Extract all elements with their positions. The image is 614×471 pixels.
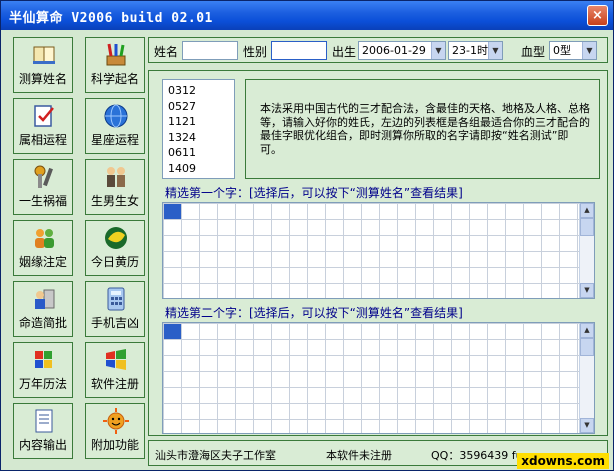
app-window: 半仙算命 V2006 build 02.01 × 测算姓名 科学起名 属相运程 … bbox=[0, 0, 614, 471]
button-label: 附加功能 bbox=[90, 438, 139, 452]
tools-icon bbox=[34, 165, 53, 188]
user-panel-icon bbox=[35, 289, 55, 309]
button-label: 星座运程 bbox=[90, 133, 139, 147]
blood-type-label: 血型 bbox=[521, 45, 546, 59]
button-label: 属相运程 bbox=[18, 133, 67, 147]
chevron-down-icon[interactable]: ▼ bbox=[488, 42, 502, 59]
baby-gender-button[interactable]: 生男生女 bbox=[85, 159, 145, 215]
constellation-fortune-button[interactable]: 星座运程 bbox=[85, 98, 145, 154]
extras-button[interactable]: 附加功能 bbox=[85, 403, 145, 459]
calculator-icon bbox=[107, 287, 125, 311]
globe-icon bbox=[104, 104, 128, 128]
client-area: 测算姓名 科学起名 属相运程 星座运程 一生祸福 生男生女 姻缘注定 今日黄历 … bbox=[4, 30, 610, 469]
notepad-check-icon bbox=[34, 105, 54, 127]
list-item[interactable]: 1121 bbox=[168, 114, 229, 130]
chevron-down-icon[interactable]: ▼ bbox=[431, 42, 445, 59]
pencils-icon bbox=[106, 43, 126, 66]
chevron-down-icon[interactable]: ▼ bbox=[582, 42, 596, 59]
export-button[interactable]: 内容输出 bbox=[13, 403, 73, 459]
close-button[interactable]: × bbox=[587, 5, 608, 26]
scroll-down-icon[interactable]: ▼ bbox=[580, 418, 594, 433]
button-label: 软件注册 bbox=[90, 377, 139, 391]
gender-input[interactable] bbox=[271, 41, 327, 60]
status-qq: QQ：3596439 fuz bbox=[431, 449, 529, 462]
scroll-down-icon[interactable]: ▼ bbox=[580, 283, 594, 298]
birth-label: 出生 bbox=[332, 45, 357, 59]
window-title: 半仙算命 V2006 build 02.01 bbox=[9, 11, 213, 26]
phone-number-button[interactable]: 手机吉凶 bbox=[85, 281, 145, 337]
list-item[interactable]: 1324 bbox=[168, 130, 229, 146]
selected-cell[interactable] bbox=[164, 204, 181, 219]
zodiac-fortune-button[interactable]: 属相运程 bbox=[13, 98, 73, 154]
perpetual-calendar-button[interactable]: 万年历法 bbox=[13, 342, 73, 398]
description-box: 本法采用中国古代的三才配合法，含最佳的天格、地格及人格、总格等，请输入好你的姓氏… bbox=[245, 79, 600, 179]
selected-cell[interactable] bbox=[164, 324, 181, 339]
status-registration: 本软件未注册 bbox=[326, 449, 392, 462]
blood-type-value: 0型 bbox=[553, 44, 571, 57]
name-creation-button[interactable]: 科学起名 bbox=[85, 37, 145, 93]
scroll-up-icon[interactable]: ▲ bbox=[580, 323, 594, 338]
book-icon bbox=[33, 46, 55, 64]
description-text: 本法采用中国古代的三才配合法，含最佳的天格、地格及人格、总格等，请输入好你的姓氏… bbox=[260, 102, 590, 156]
scroll-thumb[interactable] bbox=[580, 218, 594, 236]
people-icon bbox=[107, 167, 125, 187]
button-label: 万年历法 bbox=[18, 377, 67, 391]
button-label: 命造简批 bbox=[18, 316, 67, 330]
birth-date-picker[interactable]: 2006-01-29 ▼ bbox=[358, 41, 446, 60]
name-input[interactable] bbox=[182, 41, 238, 60]
scroll-thumb[interactable] bbox=[580, 338, 594, 356]
sun-icon bbox=[103, 408, 129, 434]
marriage-button[interactable]: 姻缘注定 bbox=[13, 220, 73, 276]
calendar-leaf-icon bbox=[105, 227, 127, 249]
button-label: 测算姓名 bbox=[18, 72, 67, 86]
section2-label: 精选第二个字：[选择后，可以按下“测算姓名”查看结果] bbox=[165, 306, 463, 320]
list-item[interactable]: 0527 bbox=[168, 99, 229, 115]
scrollbar[interactable]: ▲ ▼ bbox=[579, 203, 594, 298]
title-bar[interactable]: 半仙算命 V2006 build 02.01 × bbox=[1, 1, 613, 30]
list-item[interactable]: 0611 bbox=[168, 145, 229, 161]
birth-hour-select[interactable]: 23-1时 ▼ bbox=[448, 41, 503, 60]
first-char-grid[interactable]: ▲ ▼ bbox=[162, 202, 595, 299]
grid-cells[interactable] bbox=[163, 323, 579, 433]
gender-label: 性别 bbox=[243, 45, 268, 59]
second-char-grid[interactable]: ▲ ▼ bbox=[162, 322, 595, 434]
watermark: xdowns.com bbox=[517, 453, 609, 469]
name-test-button[interactable]: 测算姓名 bbox=[13, 37, 73, 93]
grid-cells[interactable] bbox=[163, 203, 579, 298]
button-label: 姻缘注定 bbox=[18, 255, 67, 269]
button-label: 科学起名 bbox=[90, 72, 139, 86]
button-label: 今日黄历 bbox=[90, 255, 139, 269]
users-icon bbox=[35, 229, 54, 248]
stroke-combo-list[interactable]: 0312 0527 1121 1324 0611 1409 bbox=[162, 79, 235, 179]
life-fortune-button[interactable]: 一生祸福 bbox=[13, 159, 73, 215]
button-label: 内容输出 bbox=[18, 438, 67, 452]
almanac-button[interactable]: 今日黄历 bbox=[85, 220, 145, 276]
button-label: 一生祸福 bbox=[18, 194, 67, 208]
button-label: 生男生女 bbox=[90, 194, 139, 208]
birth-hour-value: 23-1时 bbox=[452, 44, 488, 57]
register-button[interactable]: 软件注册 bbox=[85, 342, 145, 398]
list-item[interactable]: 0312 bbox=[168, 83, 229, 99]
function-panel: 测算姓名 科学起名 属相运程 星座运程 一生祸福 生男生女 姻缘注定 今日黄历 … bbox=[13, 37, 145, 467]
main-panel: 0312 0527 1121 1324 0611 1409 本法采用中国古代的三… bbox=[148, 70, 608, 436]
input-row: 姓名 性别 出生 2006-01-29 ▼ 23-1时 ▼ 血型 0型 ▼ bbox=[148, 37, 608, 63]
scrollbar[interactable]: ▲ ▼ bbox=[579, 323, 594, 433]
button-label: 手机吉凶 bbox=[90, 316, 139, 330]
windows-logo-icon bbox=[106, 349, 126, 370]
windows-flag-icon bbox=[35, 351, 52, 368]
status-company: 汕头市澄海区夫子工作室 bbox=[155, 449, 276, 462]
list-item[interactable]: 1409 bbox=[168, 161, 229, 177]
scroll-up-icon[interactable]: ▲ bbox=[580, 203, 594, 218]
horoscope-brief-button[interactable]: 命造简批 bbox=[13, 281, 73, 337]
section1-label: 精选第一个字：[选择后，可以按下“测算姓名”查看结果] bbox=[165, 186, 463, 200]
birth-date-value: 2006-01-29 bbox=[362, 44, 426, 57]
name-label: 姓名 bbox=[154, 45, 179, 59]
document-icon bbox=[35, 409, 53, 433]
blood-type-select[interactable]: 0型 ▼ bbox=[549, 41, 597, 60]
